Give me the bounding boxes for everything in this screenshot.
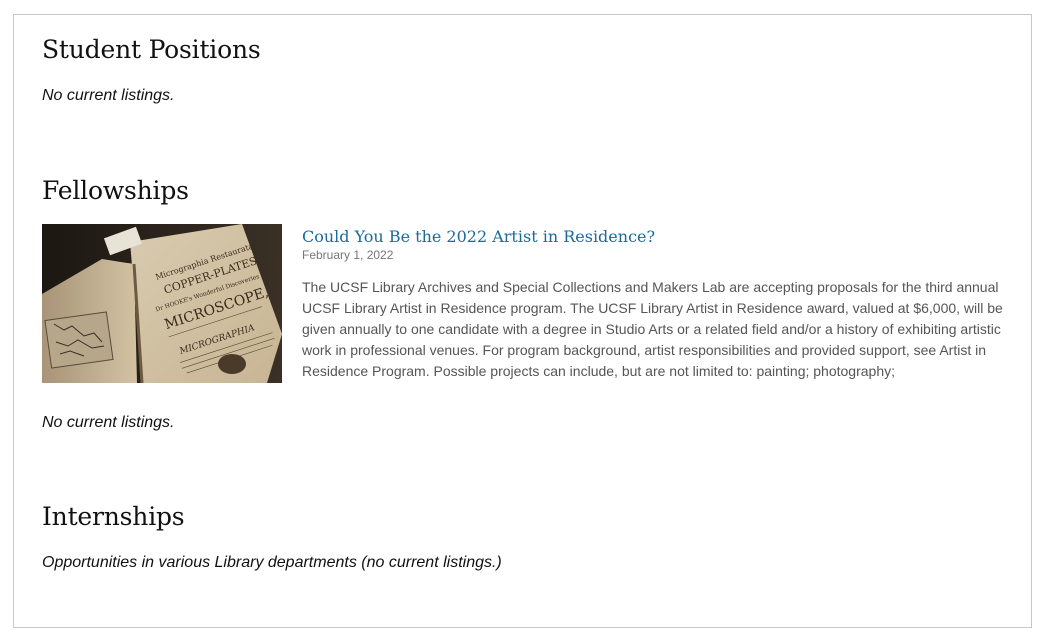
student-positions-note: No current listings. — [42, 87, 175, 104]
fellowship-card: Micrographia Restaurata COPPER-PLATES Dr… — [42, 224, 1005, 384]
fellowships-note: No current listings. — [42, 414, 175, 431]
fellowship-card-date: February 1, 2022 — [302, 248, 394, 262]
internships-note: Opportunities in various Library departm… — [42, 554, 502, 571]
book-photo-image: Micrographia Restaurata COPPER-PLATES Dr… — [42, 224, 282, 383]
internships-heading: Internships — [42, 502, 185, 531]
fellowship-thumbnail[interactable]: Micrographia Restaurata COPPER-PLATES Dr… — [42, 224, 282, 383]
fellowship-card-title-link[interactable]: Could You Be the 2022 Artist in Residenc… — [302, 226, 1005, 247]
fellowship-card-body: Could You Be the 2022 Artist in Residenc… — [302, 224, 1005, 382]
student-positions-heading: Student Positions — [42, 35, 261, 64]
fellowship-card-excerpt: The UCSF Library Archives and Special Co… — [302, 279, 1003, 379]
content-frame: Student Positions No current listings. F… — [13, 14, 1032, 628]
fellowships-heading: Fellowships — [42, 176, 189, 205]
